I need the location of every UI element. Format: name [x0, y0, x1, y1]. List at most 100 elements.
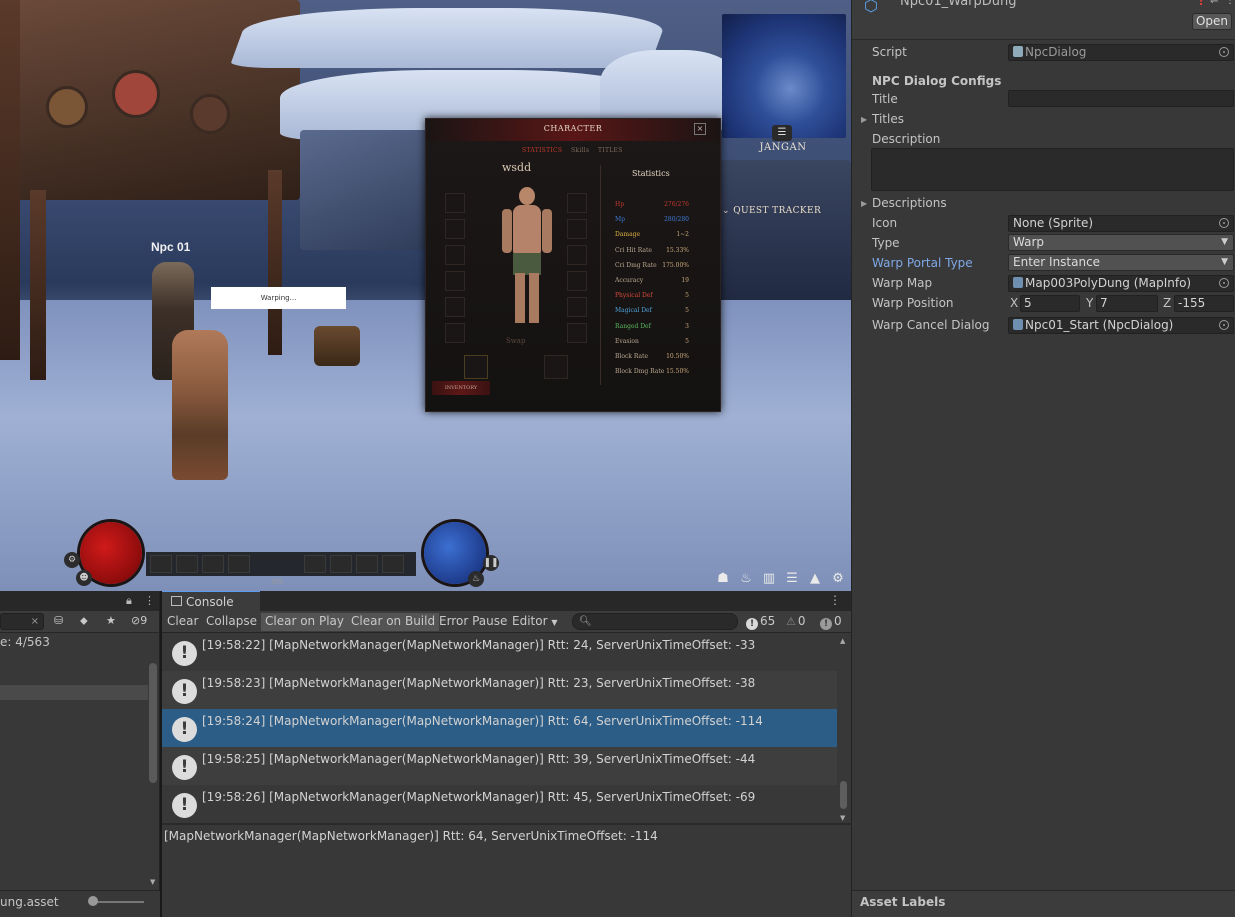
warp-portal-type-dropdown[interactable]: Enter Instance ▼	[1008, 254, 1234, 271]
game-view[interactable]: Npc 01 Warping... ☰ JANGAN ⌄ QUEST TRACK…	[0, 0, 851, 591]
close-icon[interactable]: ×	[694, 123, 706, 135]
warning-count-toggle[interactable]: ⚠ 0	[786, 614, 806, 628]
x-label[interactable]: X	[1010, 296, 1018, 310]
icon-size-slider-track[interactable]	[92, 901, 144, 903]
more-icon[interactable]: ⋮	[1225, 0, 1235, 6]
clear-search-icon[interactable]: ×	[31, 616, 39, 627]
description-textarea[interactable]	[871, 148, 1234, 191]
hidden-packages-icon[interactable]: ⊘9	[131, 614, 147, 627]
titles-foldout[interactable]: Titles	[872, 112, 904, 126]
warp-position-z[interactable]: -155	[1174, 295, 1234, 312]
warp-map-field[interactable]: Map003PolyDung (MapInfo)	[1008, 275, 1234, 292]
scroll-down-arrow-icon[interactable]: ▼	[840, 814, 845, 822]
equip-slot-head[interactable]	[445, 193, 465, 213]
selected-asset-row[interactable]	[0, 685, 148, 700]
filter-by-type-icon[interactable]: ⛁	[54, 614, 63, 627]
lock-icon[interactable]: 🔒︎	[126, 594, 132, 608]
hotbar-slot[interactable]	[382, 555, 404, 573]
equip-slot-ring-2[interactable]	[567, 219, 587, 239]
more-icon[interactable]: ⋮	[144, 594, 155, 607]
scroll-down-arrow-icon[interactable]: ▼	[150, 878, 155, 886]
equip-slot-legs[interactable]	[445, 271, 465, 291]
inventory-button[interactable]: INVENTORY	[432, 381, 490, 395]
quest-tracker-toggle[interactable]: ⌄ QUEST TRACKER	[722, 206, 821, 216]
console-log-row[interactable]: ! [19:58:26] [MapNetworkManager(MapNetwor…	[162, 785, 837, 823]
console-log-row[interactable]: ! [19:58:22] [MapNetworkManager(MapNetwor…	[162, 633, 837, 671]
icon-size-slider[interactable]	[88, 896, 98, 906]
hotbar-slot[interactable]	[176, 555, 198, 573]
object-picker-icon[interactable]	[1219, 278, 1229, 288]
tab-statistics[interactable]: STATISTICS	[522, 147, 562, 154]
equip-slot-neck[interactable]	[445, 219, 465, 239]
book-icon[interactable]: ▥	[760, 571, 778, 587]
descriptions-foldout-arrow-icon[interactable]: ▶	[861, 199, 867, 208]
filter-by-label-icon[interactable]: ⬥	[80, 614, 88, 628]
help-icon[interactable]: ❓	[1195, 0, 1207, 6]
script-field[interactable]: NpcDialog	[1008, 44, 1234, 61]
console-log-detail[interactable]: [MapNetworkManager(MapNetworkManager)] R…	[164, 829, 658, 843]
equip-slot-hands[interactable]	[445, 323, 465, 343]
object-picker-icon[interactable]	[1219, 320, 1229, 330]
info-count-toggle[interactable]: ! 65	[746, 614, 775, 630]
error-pause-toggle[interactable]: Error Pause	[435, 613, 511, 631]
hotbar-slot[interactable]	[202, 555, 224, 573]
camp-icon[interactable]: ▲	[806, 571, 824, 587]
clear-on-play-toggle[interactable]: Clear on Play	[261, 613, 348, 631]
equip-slot-trinket[interactable]	[567, 297, 587, 317]
settings-gear-icon[interactable]: ⚙	[64, 552, 80, 568]
editor-dropdown[interactable]: Editor ▼	[508, 613, 562, 631]
equip-slot-shield[interactable]	[567, 323, 587, 343]
minimap-toggle-icon[interactable]: ☰	[772, 125, 792, 141]
tab-titles[interactable]: TITLES	[598, 147, 623, 154]
party-icon[interactable]: ☗	[714, 571, 732, 587]
descriptions-foldout[interactable]: Descriptions	[872, 196, 947, 210]
tab-skills[interactable]: Skills	[571, 147, 589, 154]
potion-icon[interactable]: ♨	[468, 571, 484, 587]
swap-weapons-label[interactable]: Swap	[506, 337, 525, 345]
weapon-slot-off[interactable]	[544, 355, 568, 379]
equip-slot-chest[interactable]	[445, 245, 465, 265]
hotbar-slot[interactable]	[356, 555, 378, 573]
pause-icon[interactable]: ❚❚	[483, 555, 499, 571]
scroll-up-arrow-icon[interactable]: ▲	[840, 637, 845, 645]
hotbar-slot[interactable]	[228, 555, 250, 573]
z-label[interactable]: Z	[1163, 296, 1171, 310]
hotbar-slot[interactable]	[150, 555, 172, 573]
hotbar-slot[interactable]	[304, 555, 326, 573]
object-picker-icon[interactable]	[1219, 218, 1229, 228]
clear-on-build-toggle[interactable]: Clear on Build	[347, 613, 440, 631]
equip-slot-cape[interactable]	[567, 245, 587, 265]
weapon-slot-main[interactable]	[464, 355, 488, 379]
open-button[interactable]: Open	[1192, 13, 1232, 30]
console-scrollbar-thumb[interactable]	[840, 781, 847, 809]
warp-cancel-dialog-field[interactable]: Npc01_Start (NpcDialog)	[1008, 317, 1234, 334]
equip-slot-feet[interactable]	[445, 297, 465, 317]
hotbar-slot[interactable]	[330, 555, 352, 573]
collapse-button[interactable]: Collapse	[202, 613, 261, 631]
console-log-row[interactable]: ! [19:58:25] [MapNetworkManager(MapNetwor…	[162, 747, 837, 785]
gear-icon[interactable]: ⚙	[829, 571, 847, 587]
more-icon[interactable]: ⋮	[829, 593, 841, 607]
minimap[interactable]	[722, 14, 846, 138]
asset-labels-bar[interactable]: Asset Labels	[852, 890, 1235, 917]
tab-console[interactable]: Console	[162, 591, 260, 612]
equip-slot-belt[interactable]	[567, 271, 587, 291]
type-dropdown[interactable]: Warp ▼	[1008, 234, 1234, 251]
equip-slot-ring-1[interactable]	[567, 193, 587, 213]
warp-position-x[interactable]: 5	[1020, 295, 1080, 312]
project-scrollbar[interactable]	[149, 663, 157, 783]
object-picker-icon[interactable]	[1219, 47, 1229, 57]
titles-foldout-arrow-icon[interactable]: ▶	[861, 115, 867, 124]
console-search-input[interactable]: 🔍︎	[572, 613, 738, 630]
favorite-star-icon[interactable]: ★	[106, 614, 116, 627]
list-icon[interactable]: ☰	[783, 571, 801, 587]
fire-icon[interactable]: ♨	[737, 571, 755, 587]
character-icon[interactable]: ☻	[76, 570, 92, 586]
console-log-row[interactable]: ! [19:58:23] [MapNetworkManager(MapNetwor…	[162, 671, 837, 709]
warp-position-y[interactable]: 7	[1096, 295, 1158, 312]
clear-button[interactable]: Clear	[163, 613, 202, 631]
project-search-input[interactable]: ×	[0, 613, 44, 630]
icon-field[interactable]: None (Sprite)	[1008, 215, 1234, 232]
error-count-toggle[interactable]: ! 0	[820, 614, 842, 630]
preset-icon[interactable]: ⇌	[1210, 0, 1218, 6]
